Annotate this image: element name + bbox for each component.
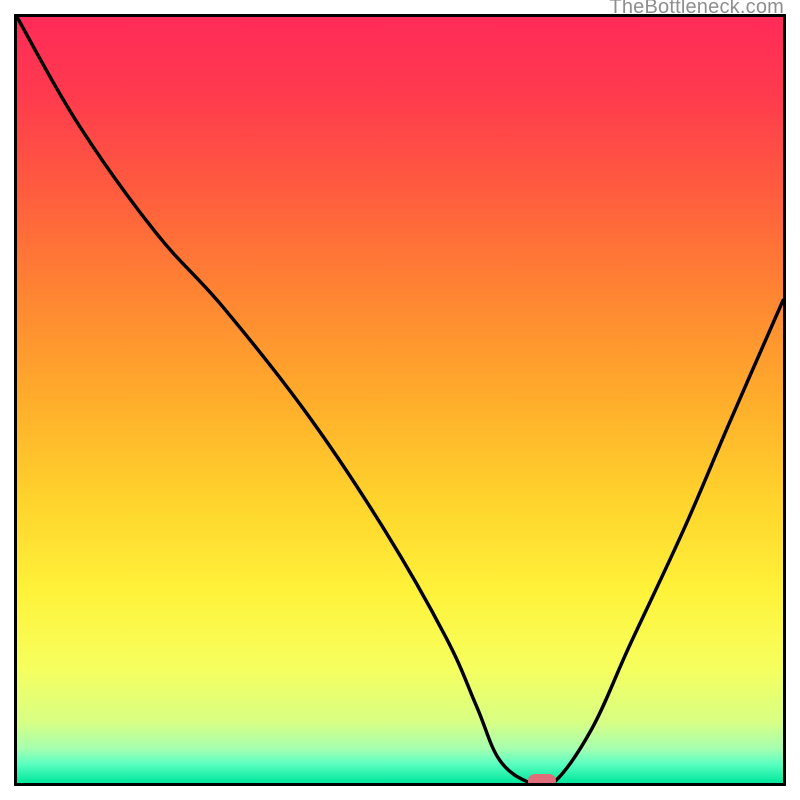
curve-layer (17, 17, 783, 783)
bottleneck-curve-icon (17, 17, 783, 783)
optimal-marker (528, 774, 556, 786)
chart-frame (14, 14, 786, 786)
